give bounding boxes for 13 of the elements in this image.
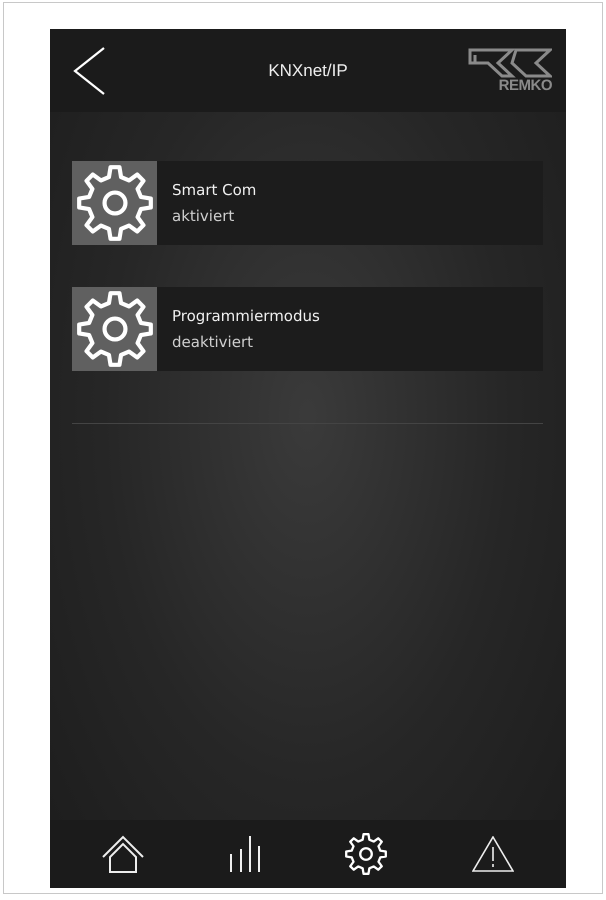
- home-icon: [102, 834, 144, 874]
- warning-icon: [472, 836, 514, 872]
- logo-text: REMKO: [498, 78, 552, 94]
- settings-list-item[interactable]: Programmiermodus deaktiviert: [72, 287, 543, 371]
- settings-icon: [345, 833, 388, 875]
- screen-title: KNXnet/IP: [267, 60, 349, 80]
- settings-list-item[interactable]: Smart Com aktiviert: [72, 161, 543, 245]
- logo-mark-icon: [468, 48, 552, 78]
- item-title: Programmiermodus: [172, 307, 320, 325]
- item-status: aktiviert: [172, 207, 236, 225]
- bar-chart-icon: [228, 835, 261, 873]
- item-title: Smart Com: [172, 181, 256, 199]
- item-status: deaktiviert: [172, 333, 254, 351]
